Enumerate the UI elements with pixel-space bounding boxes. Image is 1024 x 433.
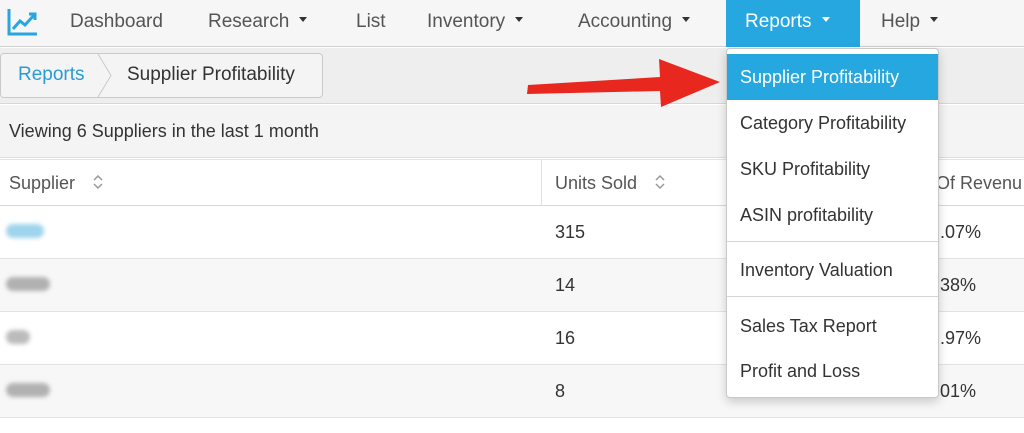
percent-revenue-cell: 38%: [940, 275, 977, 295]
annotation-arrow-icon: [527, 59, 720, 107]
nav-reports-label: Reports: [745, 11, 812, 32]
column-units-sold-label: Units Sold: [555, 173, 638, 193]
summary-text: Viewing 6 Suppliers in the last 1 month: [9, 121, 319, 141]
menu-divider: [727, 296, 938, 297]
reports-dropdown-menu: Supplier Profitability Category Profitab…: [726, 48, 939, 398]
units-sold-cell: 16: [555, 328, 576, 348]
percent-revenue-cell: 01%: [940, 381, 977, 401]
menu-item-inventory-valuation[interactable]: Inventory Valuation: [727, 247, 938, 293]
nav-help-label: Help: [881, 11, 921, 32]
chevron-down-icon: [299, 17, 308, 23]
column-percent-revenue[interactable]: Of Revenu: [936, 160, 1022, 206]
breadcrumb-reports-link[interactable]: Reports: [1, 54, 105, 97]
sort-icon[interactable]: [92, 174, 104, 190]
breadcrumb-separator-icon: [97, 54, 112, 97]
sort-icon[interactable]: [654, 174, 666, 190]
top-navbar: Dashboard Research List Inventory Accoun…: [0, 0, 1024, 47]
column-units-sold[interactable]: Units Sold: [555, 160, 666, 206]
units-sold-cell: 8: [555, 381, 566, 401]
units-sold-cell: 315: [555, 222, 586, 242]
column-percent-revenue-label: Of Revenu: [936, 173, 1023, 193]
chevron-down-icon: [515, 17, 524, 23]
nav-inventory[interactable]: Inventory: [427, 0, 524, 47]
chevron-down-icon: [821, 17, 830, 23]
column-supplier[interactable]: Supplier: [9, 160, 104, 206]
column-supplier-label: Supplier: [9, 173, 76, 193]
units-sold-cell: 14: [555, 275, 576, 295]
nav-inventory-label: Inventory: [427, 11, 506, 32]
supplier-name-redacted: [6, 277, 50, 291]
menu-item-sales-tax-report[interactable]: Sales Tax Report: [727, 303, 938, 349]
nav-list[interactable]: List: [356, 0, 386, 47]
menu-item-profit-and-loss[interactable]: Profit and Loss: [727, 348, 938, 394]
supplier-name-redacted: [6, 330, 30, 344]
menu-item-supplier-profitability[interactable]: Supplier Profitability: [727, 54, 938, 100]
nav-accounting-label: Accounting: [578, 11, 673, 32]
nav-dashboard[interactable]: Dashboard: [70, 0, 163, 47]
chevron-down-icon: [682, 17, 691, 23]
percent-revenue-cell: .07%: [940, 222, 982, 242]
chart-logo-icon[interactable]: [6, 6, 40, 38]
nav-reports[interactable]: Reports: [726, 0, 860, 47]
chevron-down-icon: [930, 17, 939, 23]
supplier-name-redacted: [6, 383, 50, 397]
menu-item-category-profitability[interactable]: Category Profitability: [727, 100, 938, 146]
nav-list-label: List: [356, 11, 386, 32]
nav-help[interactable]: Help: [881, 0, 939, 47]
column-divider: [541, 160, 542, 206]
percent-revenue-cell: .97%: [940, 328, 982, 348]
breadcrumb-current: Supplier Profitability: [127, 64, 295, 85]
nav-dashboard-label: Dashboard: [70, 11, 163, 32]
menu-item-asin-profitability[interactable]: ASIN profitability: [727, 192, 938, 238]
menu-divider: [727, 241, 938, 242]
supplier-name-redacted: [6, 224, 44, 238]
menu-item-sku-profitability[interactable]: SKU Profitability: [727, 146, 938, 192]
nav-accounting[interactable]: Accounting: [578, 0, 691, 47]
nav-research-label: Research: [208, 11, 290, 32]
breadcrumb: Reports Supplier Profitability: [0, 53, 323, 98]
nav-research[interactable]: Research: [208, 0, 308, 47]
